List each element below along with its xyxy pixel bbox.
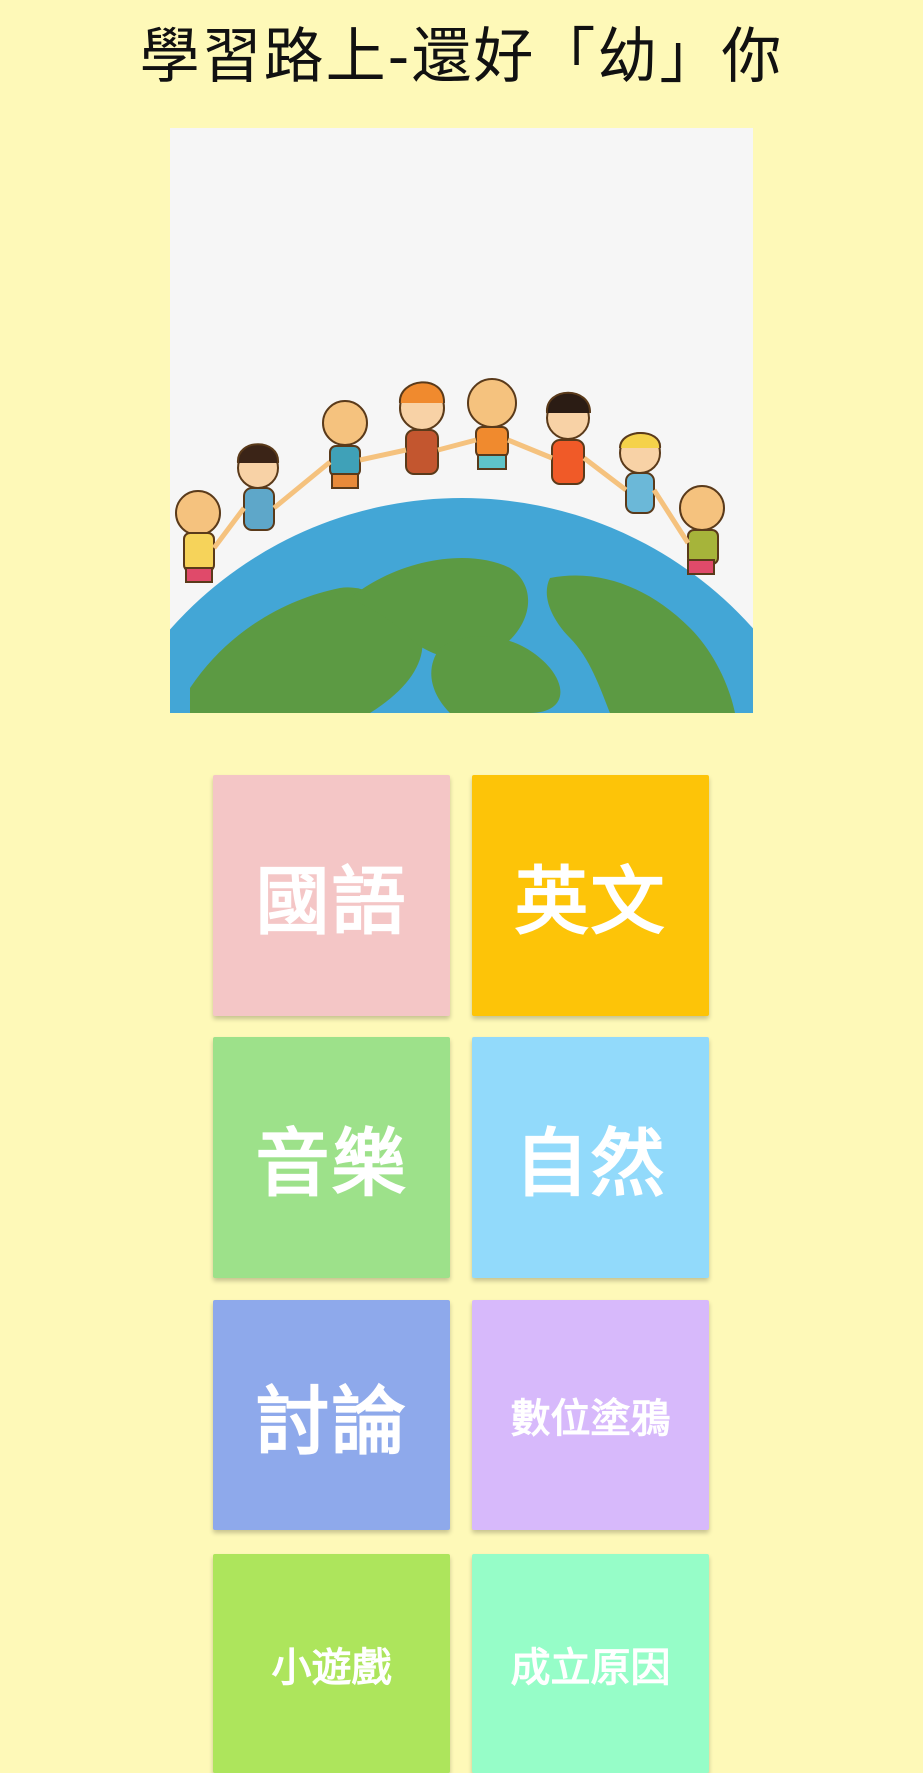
tile-mini-games-label: 小遊戲: [271, 1644, 392, 1691]
tile-founding-reason-label: 成立原因: [510, 1644, 671, 1691]
tile-science-label: 自然: [514, 1121, 667, 1207]
tile-founding-reason-button[interactable]: 成立原因: [472, 1554, 709, 1773]
page-title: 學習路上-還好「幼」你: [139, 22, 784, 92]
tile-music-label: 音樂: [255, 1121, 408, 1207]
tile-chinese-button[interactable]: 國語: [213, 775, 450, 1016]
tile-discussion-label: 討論: [255, 1378, 408, 1465]
kids-globe-illustration: [170, 128, 753, 713]
tile-chinese-label: 國語: [255, 859, 408, 945]
tile-english-button[interactable]: 英文: [472, 775, 709, 1016]
tile-digital-graffiti-label: 數位塗鴉: [510, 1396, 671, 1442]
tile-english-label: 英文: [514, 859, 667, 945]
tile-mini-games-button[interactable]: 小遊戲: [213, 1554, 450, 1773]
globe-icon: [170, 378, 753, 713]
tile-digital-graffiti-button[interactable]: 數位塗鴉: [472, 1300, 709, 1530]
tile-music-button[interactable]: 音樂: [213, 1037, 450, 1278]
tile-discussion-button[interactable]: 討論: [213, 1300, 450, 1530]
tile-science-button[interactable]: 自然: [472, 1037, 709, 1278]
